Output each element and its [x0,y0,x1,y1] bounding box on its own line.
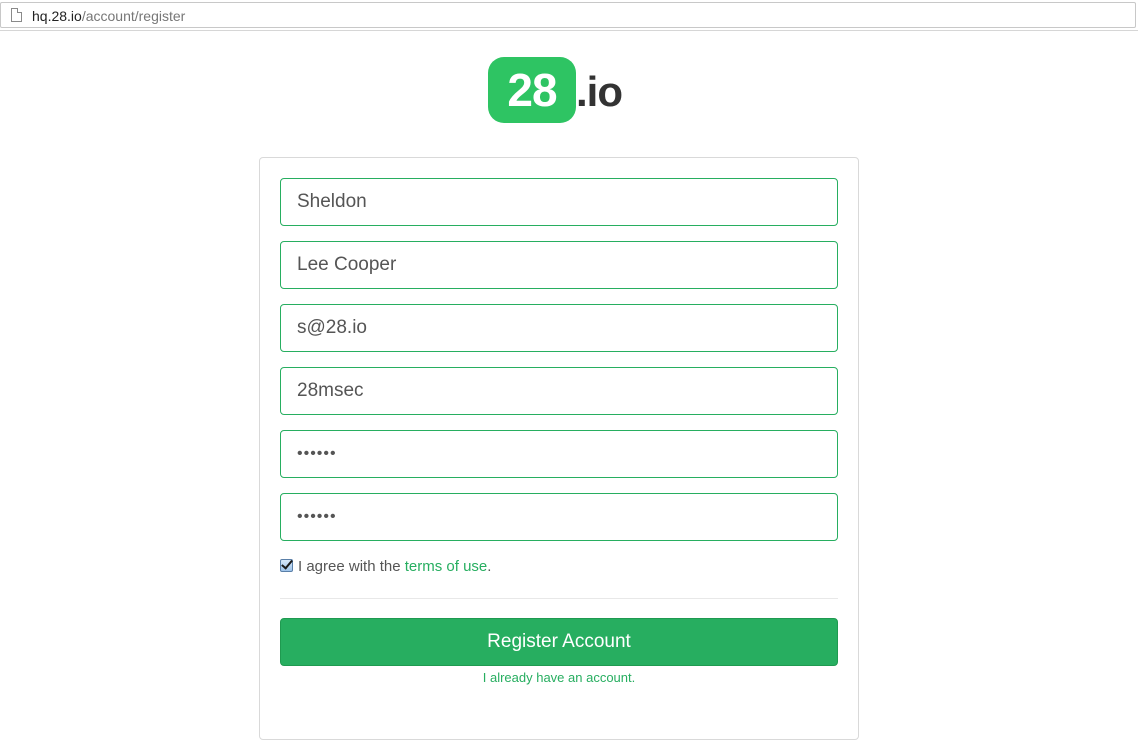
email-input[interactable] [280,304,838,352]
password-input[interactable] [280,430,838,478]
address-bar-divider [0,30,1138,31]
agree-prefix: I agree with the [298,558,405,575]
logo-suffix-text: .io [576,68,623,115]
url-text[interactable]: hq.28.io/account/register [32,7,185,25]
first-name-input[interactable] [280,178,838,226]
url-path: /account/register [81,8,186,24]
company-input[interactable] [280,367,838,415]
register-card: I agree with the terms of use. Register … [259,157,859,740]
divider [280,598,838,599]
logo-badge-text: 28 [507,64,557,116]
existing-account-link[interactable]: I already have an account. [260,670,858,686]
browser-address-bar: hq.28.io/account/register [0,0,1138,32]
url-field[interactable]: hq.28.io/account/register [0,2,1136,28]
confirm-password-input[interactable] [280,493,838,541]
agree-suffix: . [487,558,492,575]
agree-checkbox[interactable] [280,559,293,572]
register-account-button[interactable]: Register Account [280,618,838,666]
terms-of-use-link[interactable]: terms of use [405,558,488,575]
last-name-input[interactable] [280,241,838,289]
agree-label: I agree with the terms of use. [298,557,491,577]
logo[interactable]: 28 .io [488,57,638,123]
url-host: hq.28.io [32,8,82,24]
page-icon [11,8,22,22]
